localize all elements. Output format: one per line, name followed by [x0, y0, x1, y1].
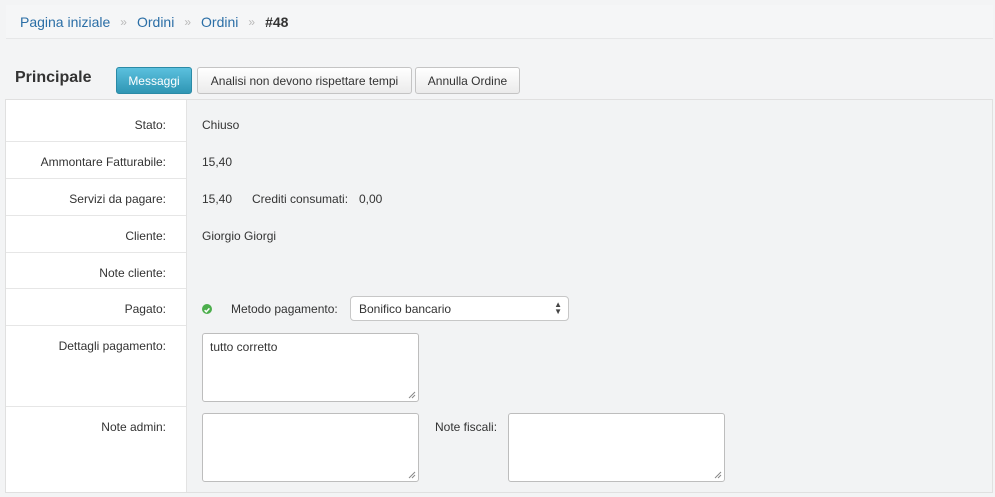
field-label: Stato:	[134, 118, 166, 132]
credits-value: 0,00	[359, 192, 383, 206]
resize-grip-icon[interactable]	[408, 471, 416, 479]
fiscal-notes-label: Note fiscali:	[435, 420, 498, 434]
credits-label: Crediti consumati:	[252, 192, 349, 206]
paid-check-icon	[202, 304, 212, 314]
field-label: Servizi da pagare:	[69, 192, 166, 206]
breadcrumb-orders-link-2[interactable]: Ordini	[201, 14, 238, 30]
breadcrumb-orders-link[interactable]: Ordini	[137, 14, 174, 30]
billable-amount-value: 15,40	[202, 155, 233, 169]
row-note-admin: Note admin: Note fiscali:	[6, 407, 994, 494]
payment-details-textarea[interactable]: tutto corretto	[202, 333, 419, 402]
cancel-order-button[interactable]: Annulla Ordine	[415, 67, 520, 94]
status-value: Chiuso	[202, 118, 240, 132]
fiscal-notes-textarea[interactable]	[508, 413, 725, 482]
field-label: Cliente:	[125, 229, 166, 243]
analysis-button[interactable]: Analisi non devono rispettare tempi	[197, 67, 412, 94]
field-label: Dettagli pagamento:	[58, 339, 166, 353]
payment-method-select[interactable]: Bonifico bancario ▲ ▼	[350, 296, 569, 321]
field-label: Note cliente:	[99, 266, 166, 280]
resize-grip-icon[interactable]	[408, 391, 416, 399]
admin-notes-textarea[interactable]	[202, 413, 419, 482]
row-ammontare: Ammontare Fatturabile: 15,40	[6, 142, 994, 179]
select-arrows-icon: ▲ ▼	[554, 300, 562, 316]
payment-method-selected: Bonifico bancario	[359, 301, 452, 316]
row-dettagli: Dettagli pagamento:	[6, 326, 994, 407]
messages-button[interactable]: Messaggi	[116, 67, 192, 94]
breadcrumb-separator: »	[248, 14, 256, 29]
breadcrumb-current: #48	[265, 13, 289, 30]
field-label: Pagato:	[124, 302, 166, 316]
row-cliente: Cliente: Giorgio Giorgi	[6, 216, 994, 253]
breadcrumb-separator: »	[184, 14, 192, 29]
row-servizi: Servizi da pagare: 15,40 Crediti consuma…	[6, 179, 994, 216]
breadcrumb-home-link[interactable]: Pagina iniziale	[20, 14, 110, 30]
order-details-panel: Stato: Chiuso Ammontare Fatturabile: 15,…	[5, 99, 993, 493]
breadcrumb: Pagina iniziale » Ordini » Ordini » #48	[6, 5, 993, 39]
payment-details-text: tutto corretto	[210, 340, 278, 354]
section-title: Principale	[15, 69, 92, 86]
row-stato: Stato: Chiuso	[6, 100, 994, 142]
breadcrumb-separator: »	[120, 14, 127, 29]
payment-method-label: Metodo pagamento:	[231, 302, 338, 316]
resize-grip-icon[interactable]	[714, 471, 722, 479]
field-label: Note admin:	[101, 420, 166, 434]
services-due-value: 15,40	[202, 192, 233, 206]
field-label: Ammontare Fatturabile:	[40, 155, 166, 169]
row-note-cliente: Note cliente:	[6, 253, 994, 289]
client-value: Giorgio Giorgi	[202, 229, 277, 243]
